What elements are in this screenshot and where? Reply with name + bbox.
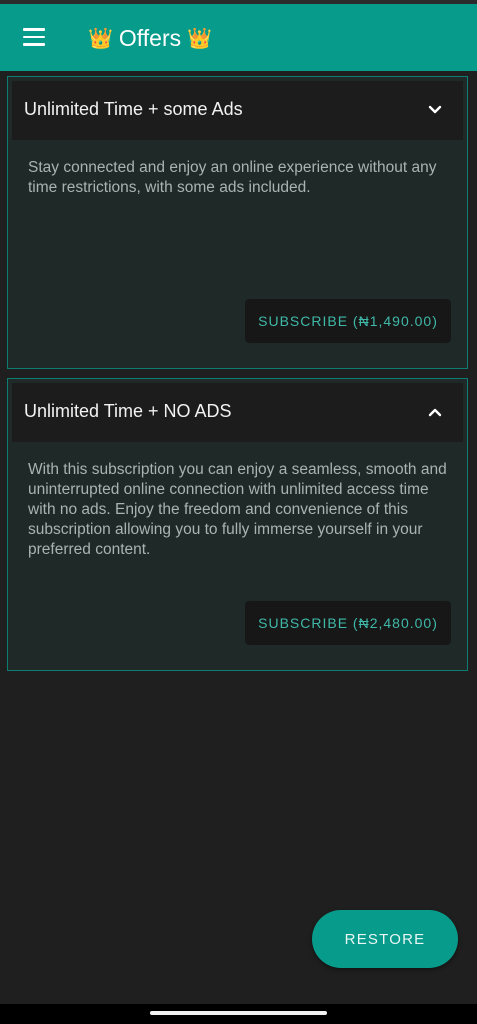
hamburger-menu-icon[interactable] [23, 28, 45, 46]
offer-card-body: Stay connected and enjoy an online exper… [12, 140, 463, 364]
crown-icon: 👑 [88, 26, 113, 50]
offer-card: Unlimited Time + NO ADS With this subscr… [7, 378, 468, 671]
home-indicator[interactable] [150, 1011, 327, 1015]
chevron-up-icon[interactable] [428, 405, 442, 419]
offer-card: Unlimited Time + some Ads Stay connected… [7, 76, 468, 369]
subscribe-button[interactable]: SUBSCRIBE (₦1,490.00) [245, 299, 451, 343]
page-title: 👑 Offers 👑 [88, 24, 212, 52]
offer-title: Unlimited Time + some Ads [24, 99, 243, 119]
offer-title: Unlimited Time + NO ADS [24, 401, 232, 421]
app-bar: 👑 Offers 👑 [0, 4, 477, 71]
offer-description: With this subscription you can enjoy a s… [28, 461, 447, 558]
subscribe-button[interactable]: SUBSCRIBE (₦2,480.00) [245, 601, 451, 645]
chevron-down-icon[interactable] [428, 103, 442, 117]
offer-card-header[interactable]: Unlimited Time + NO ADS [12, 383, 463, 442]
page-title-text: Offers [118, 24, 182, 51]
offer-card-header[interactable]: Unlimited Time + some Ads [12, 81, 463, 140]
offer-card-body: With this subscription you can enjoy a s… [12, 442, 463, 666]
offer-description: Stay connected and enjoy an online exper… [28, 159, 437, 196]
crown-icon: 👑 [187, 26, 213, 50]
restore-button[interactable]: RESTORE [312, 910, 458, 968]
